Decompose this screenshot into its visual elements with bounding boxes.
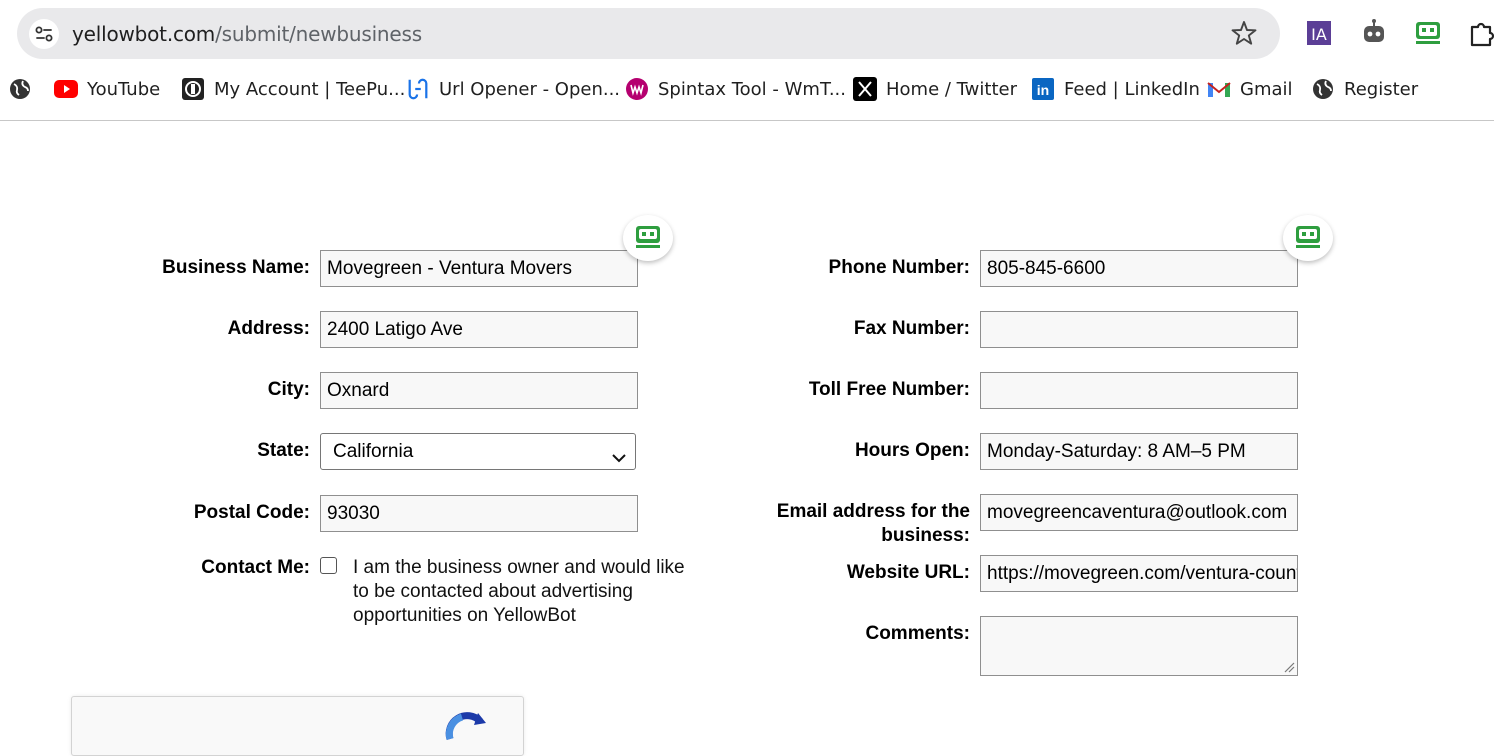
- green-bot-extension-icon[interactable]: [1413, 18, 1443, 48]
- bookmark-label: Spintax Tool - WmT...: [658, 78, 846, 100]
- recaptcha-logo-icon: [445, 712, 486, 741]
- bookmark-label: Register: [1344, 78, 1419, 100]
- resize-handle-icon[interactable]: [1283, 661, 1295, 673]
- toll-free-input[interactable]: [980, 372, 1298, 409]
- puzzle-extensions-icon[interactable]: [1468, 18, 1494, 48]
- comments-label: Comments:: [865, 623, 970, 644]
- autofill-bot-badge[interactable]: [623, 215, 673, 261]
- bookmark-label: Feed | LinkedIn: [1064, 78, 1200, 100]
- address-label: Address:: [227, 318, 310, 339]
- bookmark-label: Url Opener - Open...: [439, 78, 621, 100]
- url-text[interactable]: yellowbot.com/submit/newbusiness: [72, 22, 422, 46]
- bookmark-label: YouTube: [87, 78, 161, 100]
- phone-input[interactable]: 805-845-6600: [980, 250, 1298, 287]
- bookmark-label: My Account | TeePu...: [214, 78, 406, 100]
- fax-label: Fax Number:: [853, 318, 970, 339]
- gmail-icon: [1207, 77, 1231, 101]
- hours-label: Hours Open:: [854, 440, 970, 461]
- url-opener-icon: [406, 77, 430, 101]
- email-input[interactable]: movegreencaventura@outlook.com: [980, 494, 1298, 531]
- contact-me-description: I am the business owner and would like t…: [353, 557, 685, 626]
- browser-chrome: yellowbot.com/submit/newbusiness IA YouT…: [0, 0, 1494, 121]
- bookmark-teepublic[interactable]: My Account | TeePu...: [181, 76, 405, 102]
- contact-me-label: Contact Me:: [201, 557, 310, 578]
- bookmarks-bar: YouTube My Account | TeePu... Url Opener…: [0, 68, 1494, 110]
- toll-free-label: Toll Free Number:: [808, 379, 970, 400]
- bookmark-globe[interactable]: [8, 76, 41, 102]
- hours-input[interactable]: Monday-Saturday: 8 AM–5 PM: [980, 433, 1298, 470]
- city-label: City:: [267, 379, 310, 400]
- bookmark-register[interactable]: Register: [1311, 76, 1418, 102]
- state-label: State:: [257, 440, 310, 461]
- bookmark-star-icon[interactable]: [1229, 18, 1259, 48]
- email-label: Email address for the business:: [777, 500, 970, 548]
- bookmark-spintax[interactable]: Spintax Tool - WmT...: [625, 76, 846, 102]
- recaptcha-widget[interactable]: [71, 696, 524, 756]
- autofill-bot-badge[interactable]: [1283, 215, 1333, 261]
- x-twitter-icon: [853, 77, 877, 101]
- bookmark-gmail[interactable]: Gmail: [1207, 76, 1293, 102]
- youtube-icon: [54, 77, 78, 101]
- postal-code-input[interactable]: 93030: [320, 495, 638, 532]
- globe-icon: [1311, 77, 1335, 101]
- bookmark-youtube[interactable]: YouTube: [54, 76, 160, 102]
- spintax-icon: [625, 77, 649, 101]
- website-label: Website URL:: [846, 562, 970, 583]
- url-host: yellowbot.com: [72, 22, 216, 46]
- bookmark-label: Gmail: [1240, 78, 1293, 100]
- fax-input[interactable]: [980, 311, 1298, 348]
- bookmark-label: Home / Twitter: [886, 78, 1017, 100]
- email-label-line2: business:: [881, 525, 970, 546]
- url-path: /submit/newbusiness: [215, 22, 422, 46]
- bookmark-twitter[interactable]: Home / Twitter: [853, 76, 1017, 102]
- business-name-input[interactable]: Movegreen - Ventura Movers: [320, 250, 638, 287]
- svg-text:IA: IA: [1311, 25, 1327, 44]
- phone-label: Phone Number:: [828, 257, 970, 278]
- comments-textarea[interactable]: [980, 616, 1298, 676]
- contact-me-checkbox[interactable]: [320, 557, 337, 574]
- state-select[interactable]: California: [320, 433, 636, 470]
- ia-extension-icon[interactable]: IA: [1304, 18, 1334, 48]
- globe-icon: [8, 77, 32, 101]
- address-bar[interactable]: yellowbot.com/submit/newbusiness: [17, 8, 1280, 59]
- robot-extension-icon[interactable]: [1359, 18, 1389, 48]
- svg-text:in: in: [1037, 82, 1049, 98]
- linkedin-icon: in: [1031, 77, 1055, 101]
- site-info-icon[interactable]: [29, 19, 59, 49]
- chevron-down-icon: [611, 443, 627, 463]
- email-label-line1: Email address for the: [776, 501, 970, 522]
- website-input[interactable]: https://movegreen.com/ventura-county-mov…: [980, 555, 1298, 592]
- bookmark-linkedin[interactable]: in Feed | LinkedIn: [1031, 76, 1200, 102]
- address-input[interactable]: 2400 Latigo Ave: [320, 311, 638, 348]
- postal-code-label: Postal Code:: [193, 502, 310, 523]
- state-selected-value: California: [333, 441, 414, 462]
- city-input[interactable]: Oxnard: [320, 372, 638, 409]
- business-name-label: Business Name:: [162, 257, 310, 278]
- bookmark-url-opener[interactable]: Url Opener - Open...: [406, 76, 620, 102]
- teepublic-icon: [181, 77, 205, 101]
